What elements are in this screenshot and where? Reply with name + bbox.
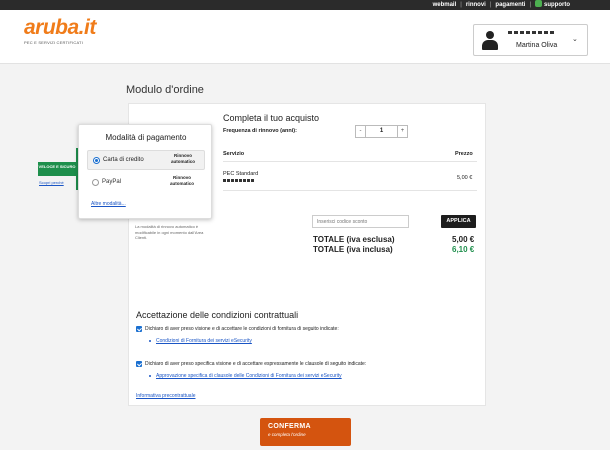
clauses-text: Dichiaro di aver preso specifica visione… — [145, 361, 367, 367]
aruba-logo[interactable]: aruba.it — [24, 16, 96, 40]
total-incl-value: 6,10 € — [452, 245, 475, 254]
rinnovi-link[interactable]: rinnovi — [466, 0, 486, 10]
divider — [223, 190, 477, 191]
apply-button[interactable]: APPLICA — [441, 215, 476, 228]
radio-selected-icon[interactable] — [93, 157, 100, 164]
top-links: webmail | rinnovi | pagamenti | supporto — [433, 0, 570, 10]
confirm-sublabel: e completa l'ordine — [268, 432, 306, 437]
clauses-checkbox[interactable] — [136, 361, 142, 367]
purchase-title: Completa il tuo acquisto — [223, 113, 320, 123]
acceptance-title: Accettazione delle condizioni contrattua… — [136, 310, 299, 320]
radio-icon[interactable] — [92, 179, 99, 186]
clauses-link[interactable]: Approvazione specifica di clausole delle… — [156, 373, 342, 379]
confirm-label: CONFERMA — [268, 423, 311, 430]
supporto-link[interactable]: supporto — [535, 0, 570, 10]
conditions-link[interactable]: Condizioni di Fornitura dei servizi eSec… — [156, 338, 252, 344]
price-column-header: Prezzo — [455, 151, 473, 157]
webmail-link[interactable]: webmail — [433, 0, 457, 10]
service-price: 5,00 € — [457, 175, 473, 181]
header: aruba.it PEC E SERVIZI CERTIFICATI Marti… — [0, 10, 610, 64]
service-name: PEC Standard — [223, 171, 259, 177]
total-incl-label: TOTALE (iva inclusa) — [313, 245, 393, 254]
separator: | — [489, 2, 492, 8]
secure-badge: VELOCE E SICURO — [38, 162, 76, 176]
payment-title: Modalità di pagamento — [105, 133, 187, 142]
decrement-button[interactable]: - — [356, 126, 365, 137]
payment-option-label: Carta di credito — [103, 157, 144, 163]
separator: | — [460, 2, 462, 8]
payment-option-card[interactable]: Carta di credito Rinnovo automatico — [87, 150, 205, 170]
more-methods-link[interactable]: Altre modalità... — [91, 201, 126, 207]
page-title: Modulo d'ordine — [126, 84, 204, 96]
divider — [223, 161, 477, 162]
chevron-down-icon[interactable]: ⌄ — [572, 35, 578, 43]
frequency-stepper[interactable]: - 1 + — [355, 125, 408, 138]
separator: | — [529, 2, 531, 8]
supporto-label: supporto — [544, 2, 570, 8]
frequency-value[interactable]: 1 — [365, 126, 398, 137]
total-excl-label: TOTALE (iva esclusa) — [313, 235, 395, 244]
payment-method-box: Modalità di pagamento Carta di credito R… — [78, 124, 212, 219]
confirm-button[interactable]: CONFERMA e completa l'ordine — [260, 418, 351, 446]
why-link[interactable]: Scopri perché — [39, 180, 64, 185]
conditions-checkbox[interactable] — [136, 326, 142, 332]
total-excl-value: 5,00 € — [452, 235, 475, 244]
redacted-domain — [223, 179, 255, 182]
user-icon — [482, 31, 498, 51]
payment-option-label: PayPal — [102, 179, 122, 185]
discount-code-input[interactable] — [312, 215, 409, 228]
payment-option-paypal[interactable]: PayPal Rinnovo automatico — [87, 173, 205, 193]
payment-option-note: Rinnovo automatico — [169, 175, 194, 186]
frequency-label: Frequenza di rinnovo (anni): — [223, 128, 297, 134]
precontract-info-link[interactable]: Informativa precontrattuale — [136, 393, 195, 399]
bullet — [149, 375, 151, 377]
redacted-username — [508, 31, 554, 34]
top-bar: webmail | rinnovi | pagamenti | supporto — [0, 0, 610, 10]
conditions-text: Dichiaro di aver preso visione e di acce… — [145, 326, 339, 332]
logo-subtitle: PEC E SERVIZI CERTIFICATI — [24, 40, 84, 45]
support-icon — [535, 0, 542, 7]
bullet — [149, 340, 151, 342]
pagamenti-link[interactable]: pagamenti — [495, 0, 525, 10]
user-menu[interactable]: Martina Oliva ⌄ — [473, 24, 588, 56]
service-column-header: Servizio — [223, 151, 245, 157]
increment-button[interactable]: + — [398, 126, 407, 137]
payment-option-note: Rinnovo automatico — [170, 153, 195, 164]
renew-note: La modalità di rinnovo automatico è modi… — [135, 224, 204, 240]
user-name: Martina Oliva — [516, 42, 558, 49]
